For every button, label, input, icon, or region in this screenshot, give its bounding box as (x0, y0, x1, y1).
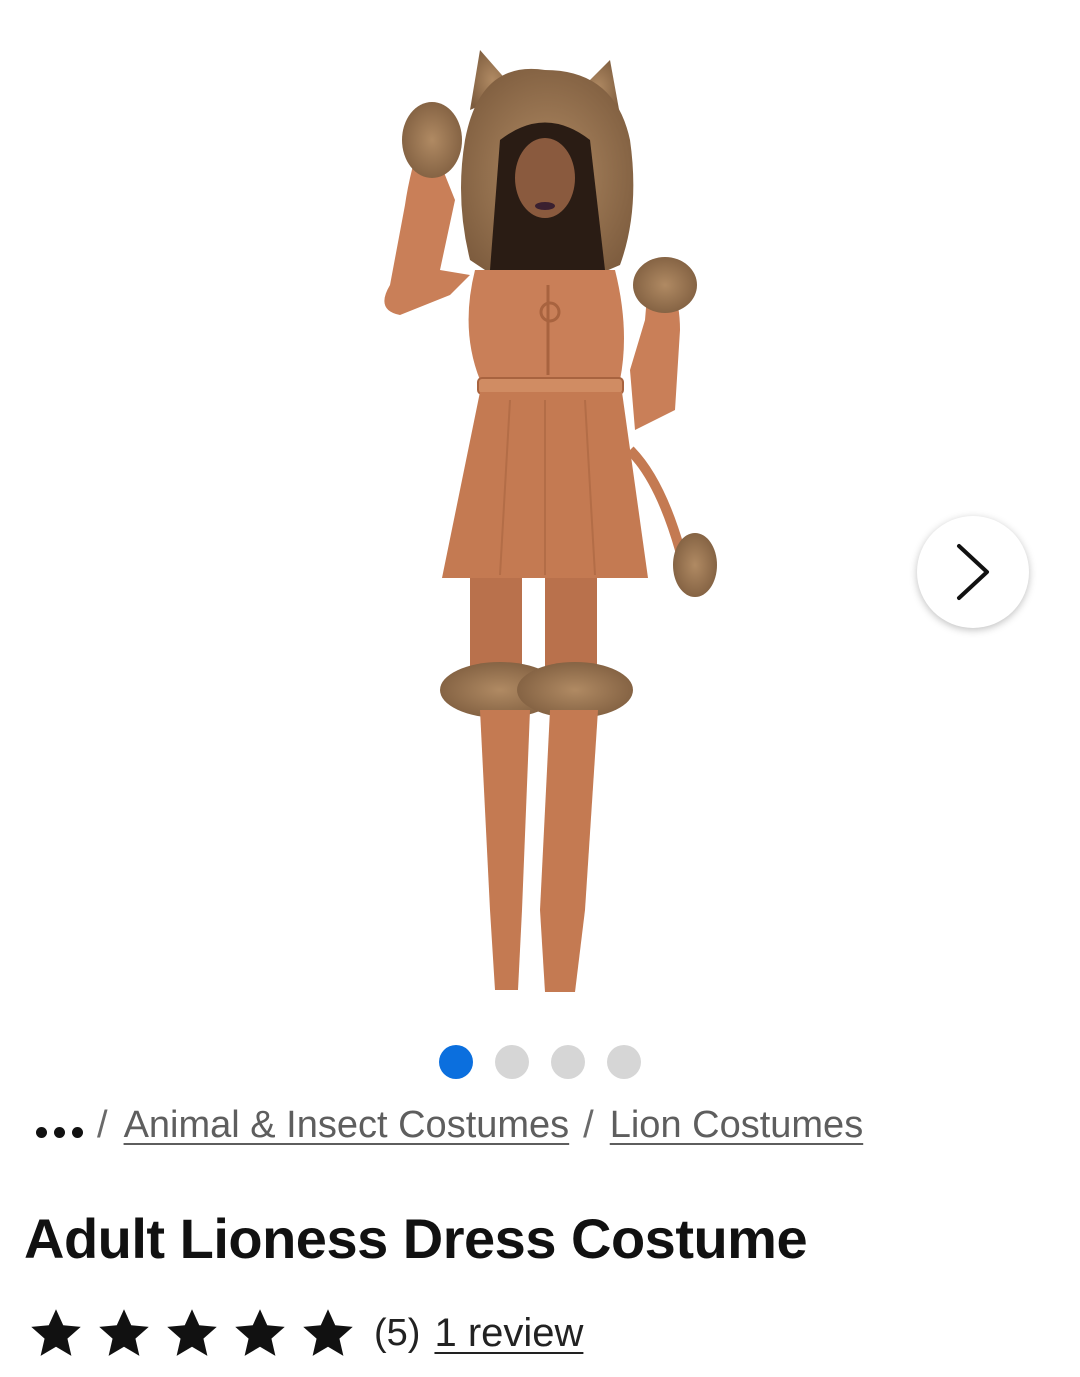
breadcrumb: / Animal & Insect Costumes / Lion Costum… (36, 1100, 863, 1150)
rating-count: (5) (374, 1311, 421, 1354)
star-icon (31, 1309, 81, 1356)
more-dots-icon[interactable] (36, 1126, 83, 1138)
rating-row: (5) 1 review (28, 1298, 583, 1368)
gallery-dot-1[interactable] (439, 1045, 473, 1079)
review-link[interactable]: 1 review (434, 1311, 583, 1356)
gallery-dot-2[interactable] (495, 1045, 529, 1079)
chevron-right-icon (957, 544, 989, 600)
gallery-pagination-dots (0, 1045, 1080, 1079)
product-image-gallery[interactable] (0, 0, 1080, 1030)
product-image (384, 50, 717, 992)
star-icon (235, 1309, 285, 1356)
product-title: Adult Lioness Dress Costume (24, 1207, 808, 1270)
breadcrumb-link-lion-costumes[interactable]: Lion Costumes (610, 1104, 863, 1147)
next-image-button[interactable] (917, 516, 1029, 628)
star-rating (28, 1305, 356, 1361)
breadcrumb-separator: / (97, 1103, 108, 1146)
gallery-dot-4[interactable] (607, 1045, 641, 1079)
star-icon (167, 1309, 217, 1356)
star-icon (99, 1309, 149, 1356)
breadcrumb-link-animal-insect-costumes[interactable]: Animal & Insect Costumes (124, 1104, 570, 1147)
star-icon (303, 1309, 353, 1356)
gallery-dot-3[interactable] (551, 1045, 585, 1079)
breadcrumb-separator: / (583, 1103, 594, 1146)
